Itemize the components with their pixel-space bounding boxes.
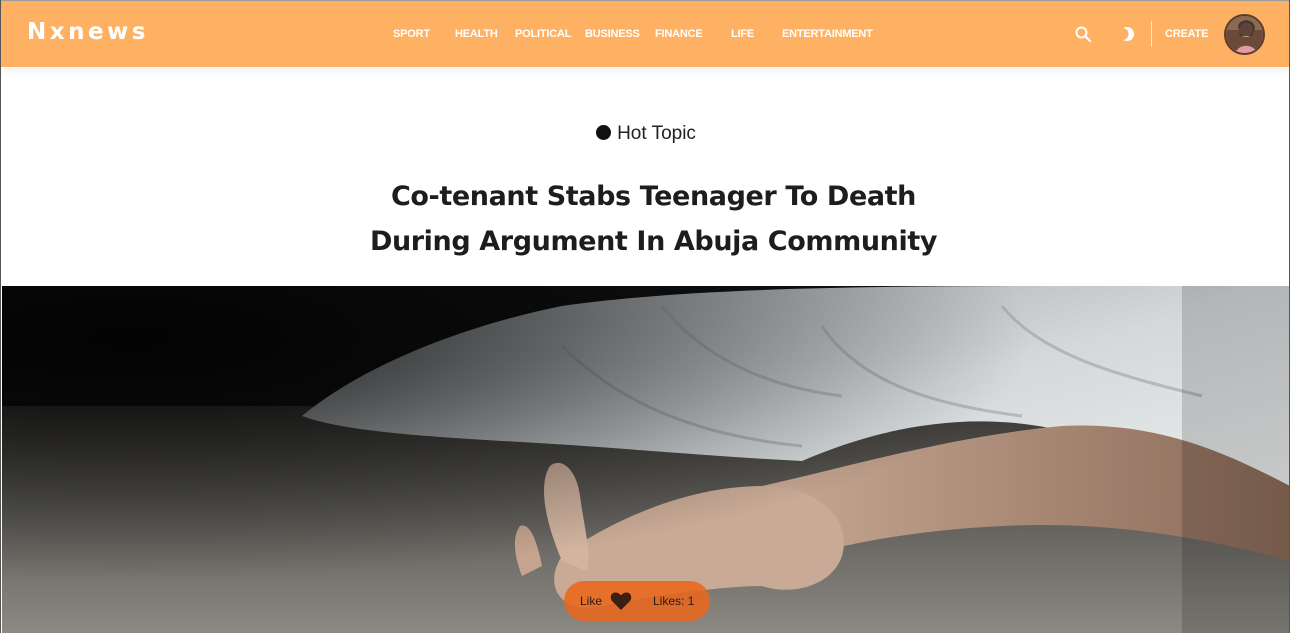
category-dot-icon — [596, 125, 612, 140]
category-tag: Hot Topic — [1, 123, 1289, 145]
site-logo[interactable]: Nxnews — [27, 19, 149, 45]
top-navbar: Nxnews SPORT HEALTH POLITICAL BUSINESS F… — [1, 0, 1289, 68]
nav-life[interactable]: LIFE — [731, 28, 754, 40]
nav-entertainment[interactable]: ENTERTAINMENT — [782, 28, 873, 40]
user-avatar[interactable] — [1224, 14, 1265, 55]
category-label: Hot Topic — [617, 123, 696, 144]
page-frame: Nxnews SPORT HEALTH POLITICAL BUSINESS F… — [0, 0, 1290, 633]
nav-business[interactable]: BUSINESS — [585, 28, 640, 40]
heart-icon[interactable] — [610, 591, 632, 611]
nav-finance[interactable]: FINANCE — [655, 28, 703, 40]
header-tools: CREATE — [1061, 1, 1281, 68]
nav-sport[interactable]: SPORT — [393, 28, 430, 40]
article-title: Co-tenant Stabs Teenager To Death During… — [369, 181, 938, 257]
like-button[interactable]: Like — [580, 594, 602, 608]
moon-icon[interactable] — [1116, 25, 1136, 43]
search-icon[interactable] — [1074, 25, 1092, 43]
likes-count: Likes: 1 — [653, 594, 695, 608]
like-bar: Like Likes: 1 — [564, 581, 710, 621]
nav-political[interactable]: POLITICAL — [515, 28, 571, 40]
nav-health[interactable]: HEALTH — [455, 28, 498, 40]
create-button[interactable]: CREATE — [1165, 28, 1208, 40]
header-divider — [1151, 21, 1152, 47]
